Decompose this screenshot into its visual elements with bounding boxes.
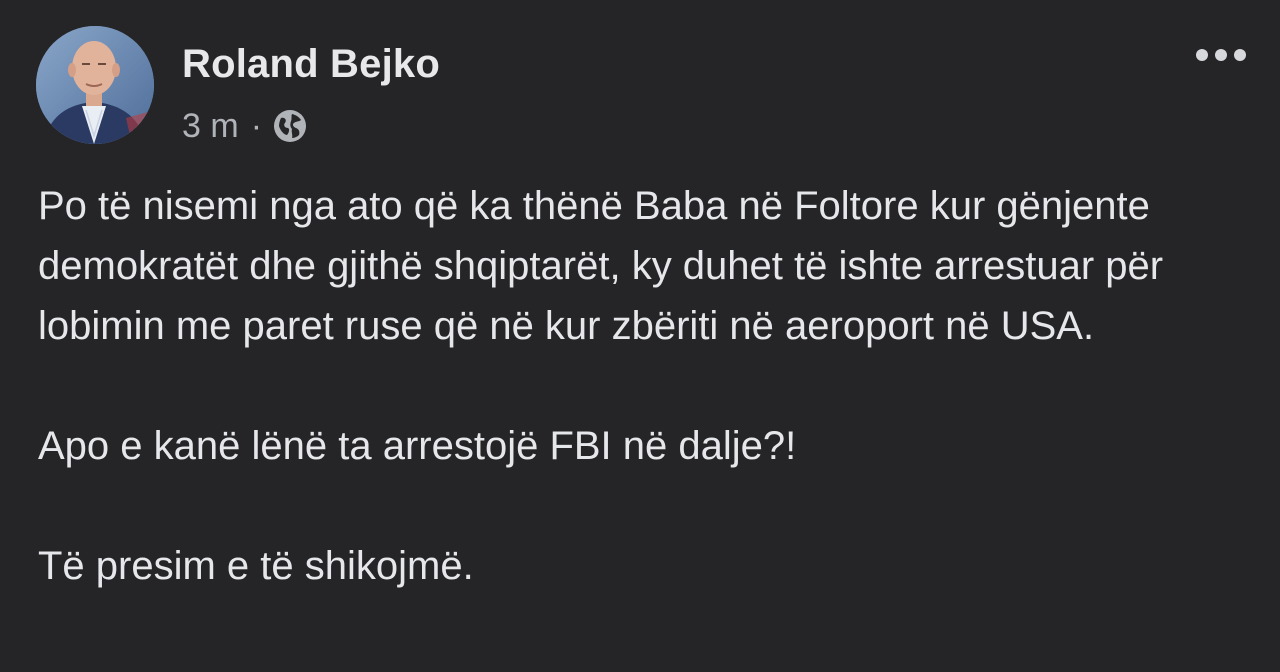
more-options-icon[interactable]: [1196, 44, 1246, 66]
author-name[interactable]: Roland Bejko: [182, 42, 440, 87]
post-timestamp[interactable]: 3 m: [182, 107, 239, 146]
avatar[interactable]: [36, 26, 154, 144]
post-paragraph: Të presim e të shikojmë.: [38, 544, 474, 588]
meta-separator: ·: [250, 106, 263, 145]
more-dot: [1234, 49, 1246, 61]
avatar-photo: [36, 26, 154, 144]
post-paragraph: Apo e kanë lënë ta arrestojë FBI në dalj…: [38, 424, 797, 468]
more-dot: [1215, 49, 1227, 61]
more-dot: [1196, 49, 1208, 61]
post-meta: 3 m ·: [182, 106, 308, 146]
post-body: Po të nisemi nga ato që ka thënë Baba në…: [38, 176, 1258, 596]
facebook-post: Roland Bejko 3 m · Po të nisemi nga ato …: [0, 0, 1280, 672]
post-paragraph: Po të nisemi nga ato që ka thënë Baba në…: [38, 184, 1164, 348]
globe-icon[interactable]: [272, 108, 308, 144]
